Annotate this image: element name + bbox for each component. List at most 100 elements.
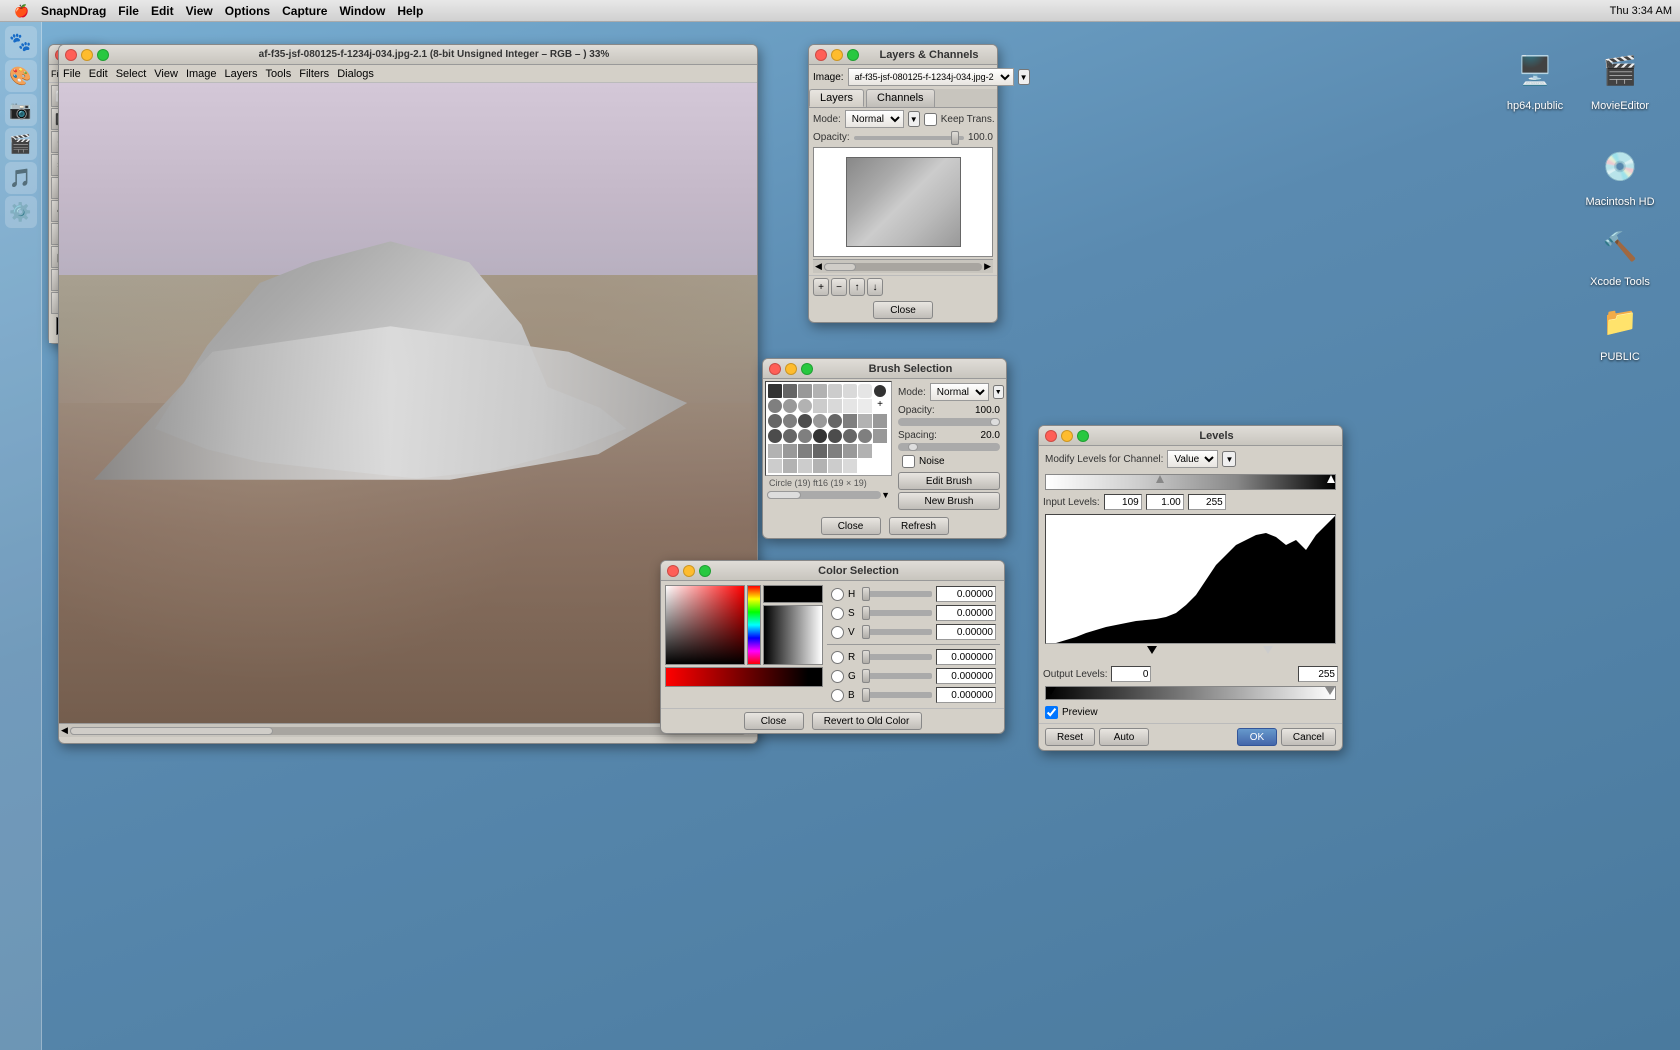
color-square[interactable]	[665, 585, 745, 665]
color-s-thumb[interactable]	[862, 606, 870, 620]
color-r-radio[interactable]	[831, 651, 844, 664]
brush-cell-31[interactable]	[873, 429, 887, 443]
brush-cell-25[interactable]	[783, 429, 797, 443]
main-close-btn[interactable]	[65, 49, 77, 61]
levels-mid-triangle[interactable]	[1156, 475, 1164, 483]
brush-cell-11[interactable]	[798, 399, 812, 413]
color-v-thumb[interactable]	[862, 625, 870, 639]
color-v-slider[interactable]	[862, 629, 932, 635]
brush-close-btn[interactable]: Close	[821, 517, 881, 535]
brush-cell-30[interactable]	[858, 429, 872, 443]
desktop-icon-public[interactable]: 📁 PUBLIC	[1580, 295, 1660, 363]
main-menu-select[interactable]: Select	[116, 68, 147, 80]
layers-up-btn[interactable]: ↑	[849, 278, 865, 296]
layers-scroll-thumb[interactable]	[824, 263, 856, 271]
brush-cell-4[interactable]	[813, 384, 827, 398]
color-b-radio[interactable]	[831, 689, 844, 702]
color-b-thumb[interactable]	[862, 688, 870, 702]
levels-black-point-handle[interactable]	[1147, 646, 1157, 654]
dock-icon-app3[interactable]: 🎬	[5, 128, 37, 160]
dock-icon-app2[interactable]: 📷	[5, 94, 37, 126]
brush-cell-16[interactable]	[768, 414, 782, 428]
desktop-icon-hp64[interactable]: 🖥️ hp64.public	[1495, 44, 1575, 112]
main-menu-edit[interactable]: Edit	[89, 68, 108, 80]
brush-cell-35[interactable]	[813, 444, 827, 458]
color-close-btn[interactable]: Close	[744, 712, 804, 730]
levels-cancel-btn[interactable]: Cancel	[1281, 728, 1336, 746]
menu-file[interactable]: File	[118, 4, 139, 18]
brush-scroll-track[interactable]	[767, 491, 881, 499]
levels-input-mid[interactable]	[1146, 494, 1184, 510]
brush-cell-38[interactable]	[858, 444, 872, 458]
brush-cell-34[interactable]	[798, 444, 812, 458]
color-r-thumb[interactable]	[862, 650, 870, 664]
layers-keep-trans-check[interactable]	[924, 113, 937, 126]
color-close-tl[interactable]	[667, 565, 679, 577]
brush-cell-43[interactable]	[813, 459, 827, 473]
dock-icon-app5[interactable]: ⚙️	[5, 196, 37, 228]
levels-channel-dropdown[interactable]: ▼	[1222, 451, 1236, 467]
layers-min-tl[interactable]	[831, 49, 843, 61]
brush-edit-btn[interactable]: Edit Brush	[898, 472, 1000, 490]
brush-cell-23[interactable]	[873, 414, 887, 428]
brush-cell-8[interactable]	[874, 385, 886, 397]
color-h-input[interactable]	[936, 586, 996, 602]
color-s-slider[interactable]	[862, 610, 932, 616]
color-g-input[interactable]	[936, 668, 996, 684]
main-menu-layers[interactable]: Layers	[225, 68, 258, 80]
brush-cell-28[interactable]	[828, 429, 842, 443]
levels-preview-check[interactable]	[1045, 706, 1058, 719]
brush-opacity-track[interactable]	[898, 418, 1000, 426]
layers-opacity-slider[interactable]	[854, 136, 964, 140]
levels-output-high-handle[interactable]	[1325, 687, 1335, 695]
brush-add-cell[interactable]: +	[873, 399, 887, 413]
color-r-slider[interactable]	[862, 654, 932, 660]
brush-grid[interactable]: +	[765, 381, 892, 476]
color-min-tl[interactable]	[683, 565, 695, 577]
brush-cell-2[interactable]	[783, 384, 797, 398]
color-s-input[interactable]	[936, 605, 996, 621]
brush-spacing-thumb[interactable]	[908, 443, 918, 451]
brush-opacity-thumb[interactable]	[990, 418, 1000, 426]
color-max-tl[interactable]	[699, 565, 711, 577]
dock-icon-app4[interactable]: 🎵	[5, 162, 37, 194]
menu-view[interactable]: View	[186, 4, 213, 18]
main-menu-tools[interactable]: Tools	[266, 68, 292, 80]
color-s-radio[interactable]	[831, 607, 844, 620]
levels-auto-btn[interactable]: Auto	[1099, 728, 1149, 746]
brush-cell-1[interactable]	[768, 384, 782, 398]
levels-output-low[interactable]	[1111, 666, 1151, 682]
brush-scroll-down[interactable]: ▼	[881, 490, 890, 500]
layers-mode-dropdown[interactable]: ▼	[908, 111, 920, 127]
levels-reset-btn[interactable]: Reset	[1045, 728, 1095, 746]
brush-scroll-thumb[interactable]	[767, 491, 801, 499]
menu-help[interactable]: Help	[397, 4, 423, 18]
brush-mode-select[interactable]: Normal	[930, 383, 989, 401]
brush-min-tl[interactable]	[785, 363, 797, 375]
brush-cell-24[interactable]	[768, 429, 782, 443]
brush-cell-18[interactable]	[798, 414, 812, 428]
dock-icon-app1[interactable]: 🎨	[5, 60, 37, 92]
levels-white-point-handle[interactable]	[1263, 646, 1273, 654]
levels-min-tl[interactable]	[1061, 430, 1073, 442]
menu-edit[interactable]: Edit	[151, 4, 174, 18]
layers-scroll-left[interactable]: ◀	[815, 261, 822, 272]
color-revert-btn[interactable]: Revert to Old Color	[812, 712, 922, 730]
layers-down-btn[interactable]: ↓	[867, 278, 883, 296]
color-g-slider[interactable]	[862, 673, 932, 679]
brush-close-tl[interactable]	[769, 363, 781, 375]
brush-cell-21[interactable]	[843, 414, 857, 428]
brush-cell-46[interactable]	[858, 459, 872, 473]
brush-cell-29[interactable]	[843, 429, 857, 443]
levels-input-low[interactable]	[1104, 494, 1142, 510]
brush-cell-17[interactable]	[783, 414, 797, 428]
brush-cell-15[interactable]	[858, 399, 872, 413]
brush-cell-13[interactable]	[828, 399, 842, 413]
menu-options[interactable]: Options	[225, 4, 270, 18]
levels-output-low-handle[interactable]	[1046, 687, 1056, 695]
brush-cell-47[interactable]	[873, 459, 887, 473]
levels-output-high[interactable]	[1298, 666, 1338, 682]
image-canvas[interactable]	[59, 83, 757, 723]
color-b-slider[interactable]	[862, 692, 932, 698]
menu-snapndrag[interactable]: SnapNDrag	[41, 4, 106, 18]
